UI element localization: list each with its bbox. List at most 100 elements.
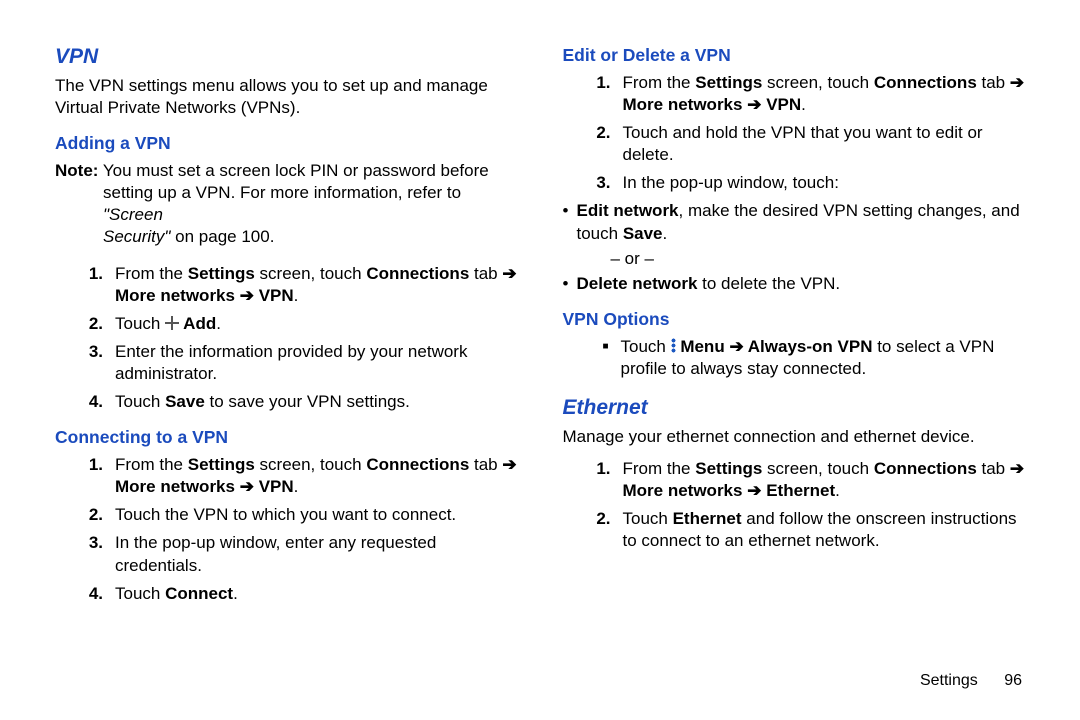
t: . bbox=[294, 286, 299, 305]
heading-ethernet: Ethernet bbox=[563, 396, 1026, 420]
t: to save your VPN settings. bbox=[205, 392, 410, 411]
connections-bold: Connections bbox=[366, 455, 469, 474]
note-ref1: "Screen bbox=[103, 205, 163, 224]
arrow-icon: ➔ bbox=[747, 481, 761, 500]
t: screen, touch bbox=[762, 73, 874, 92]
vpn-bold: VPN bbox=[766, 95, 801, 114]
bullet-edit-network: Edit network, make the desired VPN setti… bbox=[563, 200, 1026, 244]
t: Enter the information provided by your n… bbox=[115, 341, 518, 385]
t: tab bbox=[469, 264, 502, 283]
arrow-icon: ➔ bbox=[502, 264, 516, 283]
ed-step-2: 2. Touch and hold the VPN that you want … bbox=[563, 122, 1026, 166]
t: Touch bbox=[623, 509, 673, 528]
con-step-4: 4. Touch Connect. bbox=[55, 583, 518, 605]
ed-step-1: 1. From the Settings screen, touch Conne… bbox=[563, 72, 1026, 116]
t: . bbox=[233, 584, 238, 603]
note-block: Note: You must set a screen lock PIN or … bbox=[55, 160, 518, 248]
more-networks-bold: More networks bbox=[623, 95, 743, 114]
ed-step-3: 3. In the pop-up window, touch: bbox=[563, 172, 1026, 194]
con-step-3: 3. In the pop-up window, enter any reque… bbox=[55, 532, 518, 576]
t: From the bbox=[115, 455, 188, 474]
t: From the bbox=[623, 459, 696, 478]
arrow-icon: ➔ bbox=[502, 455, 516, 474]
adding-vpn-steps: 1. From the Settings screen, touch Conne… bbox=[55, 263, 518, 414]
heading-edit-delete: Edit or Delete a VPN bbox=[563, 45, 1026, 66]
connections-bold: Connections bbox=[874, 73, 977, 92]
save-bold: Save bbox=[165, 392, 205, 411]
add-step-4: 4. Touch Save to save your VPN settings. bbox=[55, 391, 518, 413]
save-bold: Save bbox=[623, 224, 663, 243]
footer-section: Settings bbox=[920, 672, 978, 689]
t: Touch and hold the VPN that you want to … bbox=[623, 122, 1026, 166]
t: . bbox=[801, 95, 806, 114]
t: . bbox=[216, 314, 221, 333]
add-step-1: 1. From the Settings screen, touch Conne… bbox=[55, 263, 518, 307]
note-lead: Note: bbox=[55, 161, 98, 180]
more-networks-bold: More networks bbox=[623, 481, 743, 500]
connecting-vpn-steps: 1. From the Settings screen, touch Conne… bbox=[55, 454, 518, 605]
arrow-icon: ➔ bbox=[1010, 459, 1024, 478]
page-columns: VPN The VPN settings menu allows you to … bbox=[55, 45, 1025, 611]
note-line1: You must set a screen lock PIN or passwo… bbox=[98, 161, 488, 180]
t: . bbox=[835, 481, 840, 500]
t: . bbox=[663, 224, 668, 243]
menu-bold: Menu bbox=[676, 337, 730, 356]
arrow-icon: ➔ bbox=[240, 477, 254, 496]
vpn-bold: VPN bbox=[259, 477, 294, 496]
page-footer: Settings 96 bbox=[920, 672, 1022, 690]
t: From the bbox=[623, 73, 696, 92]
eth-step-1: 1. From the Settings screen, touch Conne… bbox=[563, 458, 1026, 502]
arrow-icon: ➔ bbox=[729, 337, 743, 356]
ethernet-bold: Ethernet bbox=[673, 509, 742, 528]
plus-icon bbox=[165, 316, 179, 330]
t: Touch bbox=[115, 314, 165, 333]
settings-bold: Settings bbox=[695, 459, 762, 478]
t: screen, touch bbox=[762, 459, 874, 478]
t: In the pop-up window, touch: bbox=[623, 172, 1026, 194]
settings-bold: Settings bbox=[188, 264, 255, 283]
t: screen, touch bbox=[255, 455, 367, 474]
t: Touch bbox=[621, 337, 671, 356]
arrow-icon: ➔ bbox=[240, 286, 254, 305]
t: screen, touch bbox=[255, 264, 367, 283]
footer-page-number: 96 bbox=[1004, 672, 1022, 689]
vpn-option-always-on: Touch Menu ➔ Always-on VPN to select a V… bbox=[563, 336, 1026, 380]
heading-vpn-options: VPN Options bbox=[563, 309, 1026, 330]
add-step-3: 3. Enter the information provided by you… bbox=[55, 341, 518, 385]
note-page: on page 100. bbox=[170, 227, 274, 246]
vpn-bold: VPN bbox=[259, 286, 294, 305]
bullet-delete-network: Delete network to delete the VPN. bbox=[563, 273, 1026, 295]
connections-bold: Connections bbox=[874, 459, 977, 478]
edit-delete-bullets-2: Delete network to delete the VPN. bbox=[563, 273, 1026, 295]
con-step-1: 1. From the Settings screen, touch Conne… bbox=[55, 454, 518, 498]
connections-bold: Connections bbox=[366, 264, 469, 283]
left-column: VPN The VPN settings menu allows you to … bbox=[55, 45, 518, 611]
heading-connecting-vpn: Connecting to a VPN bbox=[55, 427, 518, 448]
or-separator: – or – bbox=[611, 249, 1026, 269]
heading-vpn: VPN bbox=[55, 45, 518, 69]
t: From the bbox=[115, 264, 188, 283]
t: In the pop-up window, enter any requeste… bbox=[115, 532, 518, 576]
connect-bold: Connect bbox=[165, 584, 233, 603]
con-step-2: 2. Touch the VPN to which you want to co… bbox=[55, 504, 518, 526]
ethernet-intro-text: Manage your ethernet connection and ethe… bbox=[563, 426, 1026, 448]
always-on-bold: Always-on VPN bbox=[744, 337, 873, 356]
vpn-intro-text: The VPN settings menu allows you to set … bbox=[55, 75, 518, 119]
note-line2a: setting up a VPN. For more information, … bbox=[103, 183, 461, 202]
edit-network-bold: Edit network bbox=[577, 201, 679, 220]
more-networks-bold: More networks bbox=[115, 286, 235, 305]
ethernet-bold: Ethernet bbox=[766, 481, 835, 500]
settings-bold: Settings bbox=[188, 455, 255, 474]
t: Touch bbox=[115, 392, 165, 411]
t: tab bbox=[469, 455, 502, 474]
t: to delete the VPN. bbox=[697, 274, 840, 293]
note-ref2: Security" bbox=[103, 227, 170, 246]
t: Touch the VPN to which you want to conne… bbox=[115, 504, 518, 526]
right-column: Edit or Delete a VPN 1. From the Setting… bbox=[563, 45, 1026, 611]
add-step-2: 2. Touch Add. bbox=[55, 313, 518, 335]
more-networks-bold: More networks bbox=[115, 477, 235, 496]
heading-adding-vpn: Adding a VPN bbox=[55, 133, 518, 154]
add-bold: Add bbox=[179, 314, 216, 333]
edit-delete-steps: 1. From the Settings screen, touch Conne… bbox=[563, 72, 1026, 194]
vpn-options-list: Touch Menu ➔ Always-on VPN to select a V… bbox=[563, 336, 1026, 380]
